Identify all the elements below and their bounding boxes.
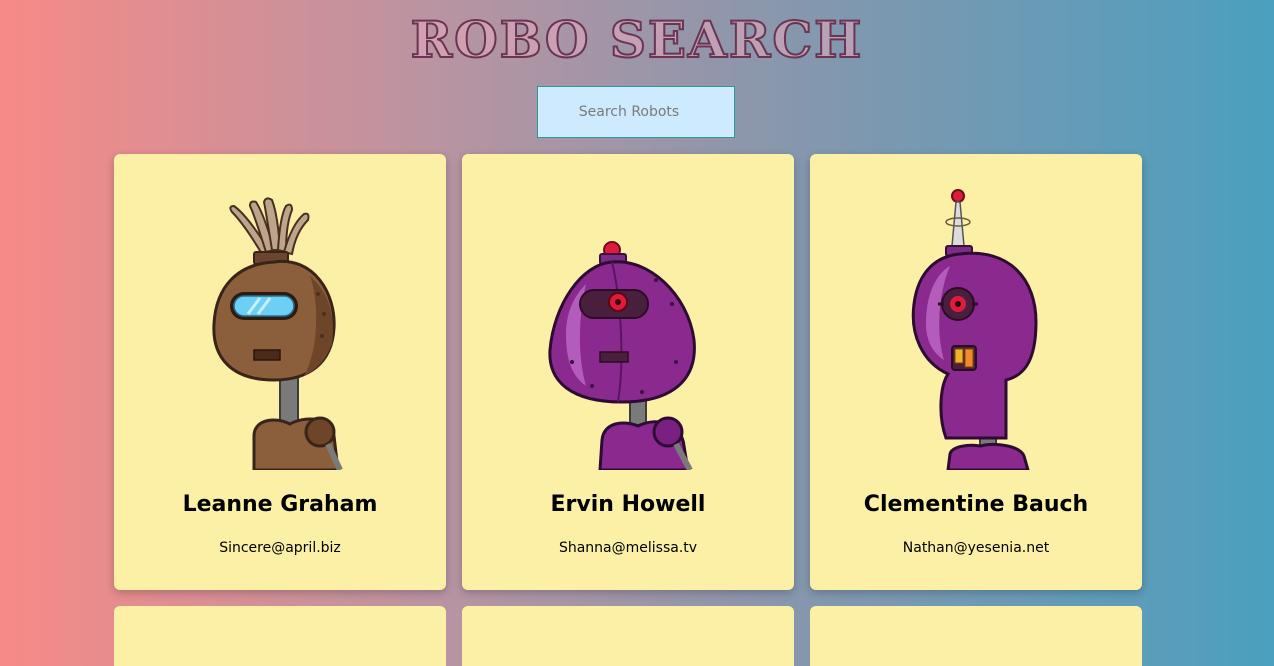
- robot-card[interactable]: Leanne Graham Sincere@april.biz: [114, 154, 446, 590]
- robot-avatar-brown: [212, 197, 343, 470]
- robot-name: Ervin Howell: [550, 492, 706, 517]
- robot-name: Clementine Bauch: [863, 492, 1089, 517]
- robot-card-partial[interactable]: [810, 606, 1142, 666]
- robot-avatar-purple-cyclops: [548, 241, 696, 470]
- robot-card[interactable]: Ervin Howell Shanna@melissa.tv: [462, 154, 794, 590]
- robot-card-partial[interactable]: [114, 606, 446, 666]
- robot-card-partial[interactable]: [462, 606, 794, 666]
- robot-card[interactable]: Clementine Bauch Nathan@yesenia.net: [810, 154, 1142, 590]
- robot-email: Sincere@april.biz: [219, 540, 341, 556]
- robot-name: Leanne Graham: [182, 492, 378, 517]
- robot-email: Shanna@melissa.tv: [558, 540, 698, 556]
- robot-avatar-purple-horn: [911, 189, 1038, 470]
- app-title: ROBO SEARCH: [410, 9, 864, 70]
- search-input[interactable]: [537, 86, 735, 138]
- robot-email: Nathan@yesenia.net: [902, 540, 1050, 556]
